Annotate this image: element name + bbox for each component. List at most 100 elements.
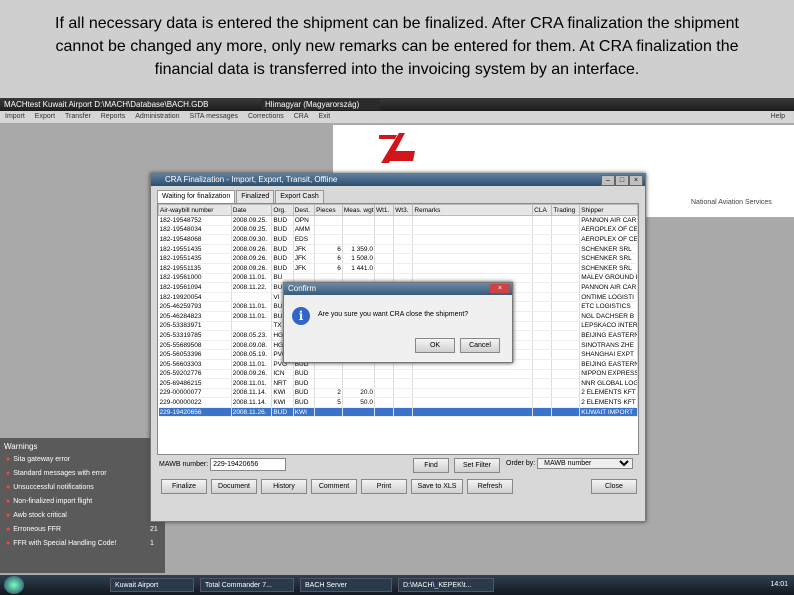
taskbar-item[interactable]: Kuwait Airport xyxy=(110,578,194,592)
table-cell xyxy=(551,369,581,380)
table-cell xyxy=(532,234,553,245)
warning-item[interactable]: ● Non-finalized import flight xyxy=(0,495,165,509)
table-cell xyxy=(374,369,395,380)
table-cell: 229-00000077 xyxy=(158,388,232,399)
menu-export[interactable]: Export xyxy=(35,113,55,120)
finalize-button[interactable]: Finalize xyxy=(161,479,207,494)
table-cell xyxy=(532,369,553,380)
table-cell: 2008.09.30. xyxy=(231,234,273,245)
close-button[interactable]: Close xyxy=(591,479,637,494)
table-cell: 2008.09.08. xyxy=(231,340,273,351)
table-cell xyxy=(532,273,553,284)
find-button[interactable]: Find xyxy=(413,458,449,473)
close-icon[interactable]: × xyxy=(490,284,510,293)
taskbar-item[interactable]: D:\MACH\_KEPEK\t... xyxy=(398,578,494,592)
table-row[interactable]: 182-19548068 2008.09.30. BUD EDS AEROPLEX OF… xyxy=(158,234,638,245)
document-button[interactable]: Document xyxy=(211,479,257,494)
set-filter-button[interactable]: Set Filter xyxy=(454,458,500,473)
cancel-button[interactable]: Cancel xyxy=(460,338,500,353)
menu-bar: Import Export Transfer Reports Administr… xyxy=(0,111,794,123)
tab-waiting[interactable]: Waiting for finalization xyxy=(157,190,236,203)
comment-button[interactable]: Comment xyxy=(311,479,357,494)
table-row[interactable]: 182-19551135 2008.09.26. BUD JFK 6 1 441.0 SCH… xyxy=(158,263,638,274)
maximize-icon[interactable]: □ xyxy=(615,175,629,186)
column-header[interactable]: Shipper xyxy=(579,204,638,216)
ok-button[interactable]: OK xyxy=(415,338,455,353)
order-by-select[interactable]: MAWB number xyxy=(537,458,634,469)
table-cell xyxy=(532,330,553,341)
menu-sita-messages[interactable]: SITA messages xyxy=(190,113,239,120)
refresh-button[interactable]: Refresh xyxy=(467,479,513,494)
warning-item[interactable]: ● Sita gateway error xyxy=(0,453,165,467)
awb-number-input[interactable] xyxy=(210,458,287,471)
table-cell xyxy=(532,311,553,322)
warning-bullet-icon: ● xyxy=(6,456,11,463)
table-cell: BUD xyxy=(271,234,294,245)
table-row[interactable]: 182-19551435 2008.09.26. BUD JFK 6 1 508.0 SCH… xyxy=(158,253,638,264)
table-cell xyxy=(342,225,375,236)
menu-help[interactable]: Help xyxy=(771,111,785,123)
history-button[interactable]: History xyxy=(261,479,307,494)
table-row[interactable]: 182-19551435 2008.09.26. BUD JFK 6 1 359.0 SCH… xyxy=(158,244,638,255)
taskbar-item[interactable]: BACH Server xyxy=(300,578,392,592)
column-header[interactable]: Pieces xyxy=(314,204,343,216)
column-header[interactable]: Date xyxy=(230,204,273,216)
tab-export-cash[interactable]: Export Cash xyxy=(275,190,324,203)
warning-bullet-icon: ● xyxy=(6,470,11,477)
menu-reports[interactable]: Reports xyxy=(101,113,126,120)
warning-item[interactable]: ● Unsuccessful notifications xyxy=(0,481,165,495)
table-row[interactable]: 229-00000077 2008.11.14. KWI BUD 2 20.0 2 ELEM… xyxy=(158,388,638,399)
table-row[interactable]: 229-00000022 2008.11.14. KWI BUD 5 50.0 2 ELEM… xyxy=(158,397,638,408)
table-cell xyxy=(412,378,534,389)
table-cell xyxy=(342,369,375,380)
close-icon[interactable]: × xyxy=(629,175,643,186)
warning-item[interactable]: ● Standard messages with error xyxy=(0,467,165,481)
menu-corrections[interactable]: Corrections xyxy=(248,113,284,120)
table-cell: 205-46284823 xyxy=(158,311,232,322)
table-cell: 229-19420656 xyxy=(158,407,232,418)
menu-exit[interactable]: Exit xyxy=(318,113,330,120)
table-cell xyxy=(551,397,581,408)
table-cell: BEIJING EASTERN xyxy=(579,330,638,341)
column-header[interactable]: Dest. xyxy=(292,204,316,216)
column-header[interactable]: CLA xyxy=(532,204,553,216)
menu-cra[interactable]: CRA xyxy=(294,113,309,120)
table-cell xyxy=(532,301,553,312)
table-cell: BUD xyxy=(271,225,294,236)
table-cell xyxy=(314,215,343,226)
table-cell: 2008.09.25. xyxy=(231,215,273,226)
table-row[interactable]: 205-59202776 2008.09.26. ICN BUD NIPPON EXPR… xyxy=(158,369,638,380)
column-header[interactable]: Wt3. xyxy=(393,204,414,216)
info-icon: i xyxy=(292,307,310,325)
table-cell: 182-19551435 xyxy=(158,253,232,264)
table-cell xyxy=(551,292,581,303)
user-selector[interactable]: Hlimagyar (Magyarország) xyxy=(262,99,380,110)
column-header[interactable]: Org. xyxy=(271,204,294,216)
save-to-xls-button[interactable]: Save to XLS xyxy=(411,479,463,494)
table-row[interactable]: 229-19420656 2008.11.26. BUD KWI KUWAIT IMPO… xyxy=(158,407,638,418)
table-row[interactable]: 182-19548752 2008.09.25. BUD OPN PANNON AIR … xyxy=(158,215,638,226)
taskbar: Kuwait Airport Total Commander 7... BACH… xyxy=(0,575,794,595)
column-header[interactable]: Trading xyxy=(551,204,581,216)
warning-item[interactable]: ●Awb stock critical15 xyxy=(0,509,165,523)
warning-item[interactable]: ● FFR with Special Handling Code! 1 xyxy=(0,537,165,551)
column-header[interactable]: Wt1. xyxy=(373,204,395,216)
menu-transfer[interactable]: Transfer xyxy=(65,113,91,120)
tab-finalized[interactable]: Finalized xyxy=(236,190,275,203)
menu-administration[interactable]: Administration xyxy=(135,113,179,120)
table-cell: 1 508.0 xyxy=(342,253,375,264)
column-header[interactable]: Remarks xyxy=(412,204,534,216)
warning-item[interactable]: ● Erroneous FFR 21 xyxy=(0,523,165,537)
minimize-icon[interactable]: – xyxy=(601,175,615,186)
start-button[interactable] xyxy=(4,576,24,594)
print-button[interactable]: Print xyxy=(361,479,407,494)
table-cell: AEROPLEX OF CE xyxy=(579,225,638,236)
column-header[interactable]: Air-waybill number xyxy=(158,204,232,216)
table-row[interactable]: 205-69486215 2008.11.01. NRT BUD NNR GLOBAL … xyxy=(158,378,638,389)
taskbar-item[interactable]: Total Commander 7... xyxy=(200,578,294,592)
menu-import[interactable]: Import xyxy=(5,113,25,120)
table-cell xyxy=(374,407,395,418)
table-row[interactable]: 182-19548034 2008.09.25. BUD AMM AEROPLEX OF… xyxy=(158,225,638,236)
table-cell xyxy=(551,359,581,370)
column-header[interactable]: Meas. wgt. xyxy=(341,204,375,216)
